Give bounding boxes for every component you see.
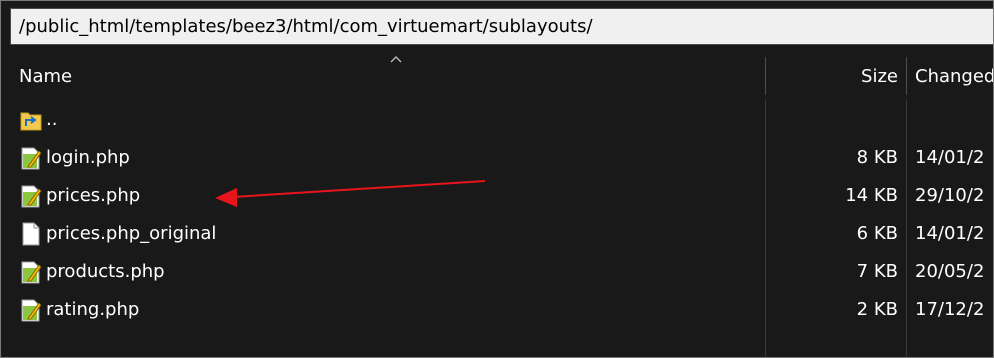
file-size: 14 KB [845, 185, 898, 206]
file-changed: 20/05/2 [915, 261, 985, 282]
php-file-icon [21, 299, 42, 322]
php-file-icon [21, 185, 42, 208]
file-name: login.php [46, 147, 130, 168]
column-header: Name Size Changed [10, 54, 993, 99]
list-item[interactable]: products.php 7 KB 20/05/2 [10, 253, 993, 291]
php-file-icon [21, 261, 42, 284]
path-bar[interactable] [10, 8, 993, 45]
list-item[interactable]: prices.php_original 6 KB 14/01/2 [10, 215, 993, 253]
file-name: products.php [46, 261, 165, 282]
file-list: Name Size Changed .. login.php 8 KB 14/0… [10, 54, 993, 357]
blank-file-icon [22, 222, 40, 246]
list-item[interactable]: rating.php 2 KB 17/12/2 [10, 291, 993, 329]
php-file-icon [21, 147, 42, 170]
file-size: 2 KB [856, 299, 898, 320]
file-changed: 14/01/2 [915, 147, 985, 168]
file-name: prices.php [46, 185, 141, 206]
parent-folder-icon [20, 112, 42, 131]
file-changed: 14/01/2 [915, 223, 985, 244]
file-size: 7 KB [856, 261, 898, 282]
file-name: rating.php [46, 299, 140, 320]
list-item-parent[interactable]: .. [10, 101, 993, 139]
file-name: prices.php_original [46, 223, 217, 244]
file-changed: 29/10/2 [915, 185, 985, 206]
column-header-name[interactable]: Name [10, 54, 765, 99]
list-item[interactable]: login.php 8 KB 14/01/2 [10, 139, 993, 177]
file-size: 8 KB [856, 147, 898, 168]
file-manager-window: Name Size Changed .. [0, 0, 994, 358]
column-header-size[interactable]: Size [766, 54, 906, 99]
path-input[interactable] [11, 9, 993, 44]
file-size [766, 101, 906, 139]
file-name: .. [46, 109, 58, 130]
file-size: 6 KB [856, 223, 898, 244]
sort-up-icon [390, 56, 402, 63]
file-changed: 17/12/2 [915, 299, 985, 320]
list-item[interactable]: prices.php 14 KB 29/10/2 [10, 177, 993, 215]
file-changed [907, 101, 993, 139]
column-header-changed[interactable]: Changed [907, 54, 993, 99]
